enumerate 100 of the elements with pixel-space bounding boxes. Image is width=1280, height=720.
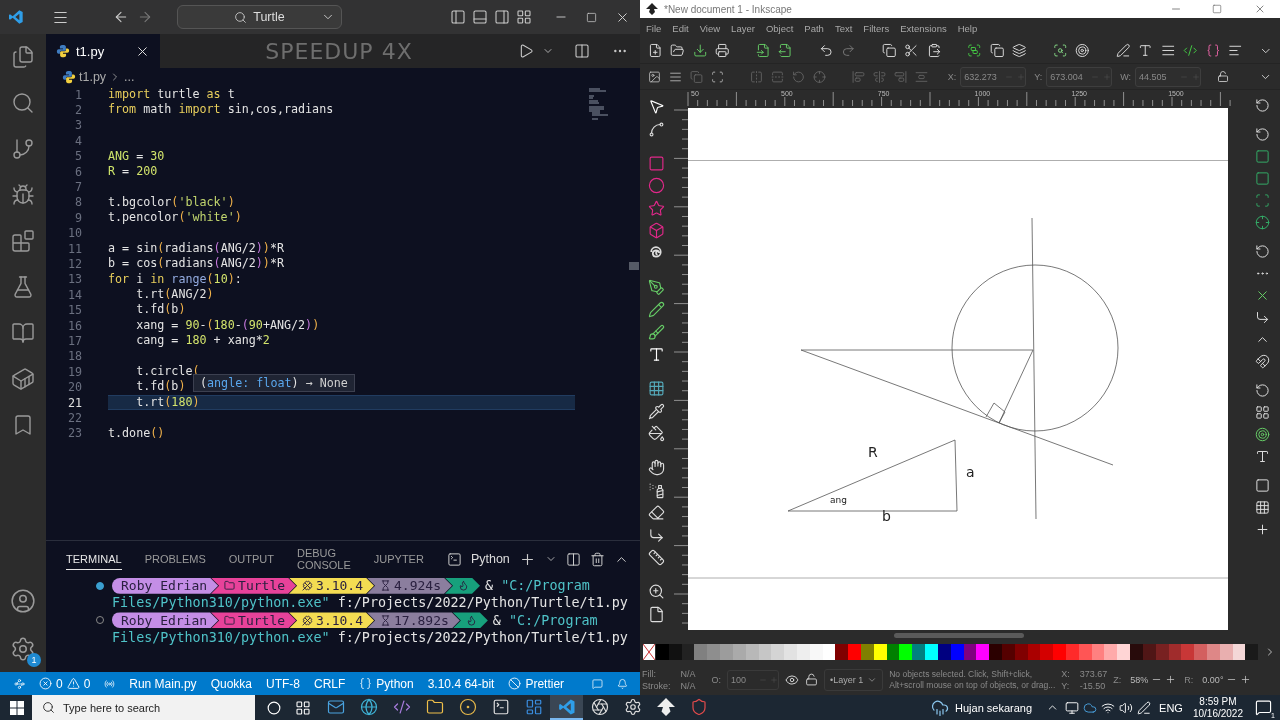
code-line: t.bgcolor('black'): [108, 194, 235, 211]
prompt-segment: 3.10.4: [289, 577, 375, 594]
fill-value: N/A: [680, 668, 696, 679]
code-line: t.rt(ANG/2): [135, 287, 214, 303]
line-number: 4: [73, 133, 82, 148]
terminal-command-text: f:/Projects/2022/Python/Turtle/t1.py: [337, 629, 628, 647]
status-item[interactable]: Prettier: [508, 676, 565, 691]
clock-date[interactable]: 10/16/2022: [1192, 707, 1243, 720]
code-line: xang = 90-(180-(90+ANG/2)): [135, 317, 320, 334]
prompt-segment: Roby Edrian: [112, 577, 219, 594]
clock-time[interactable]: 8:59 PM: [1199, 695, 1237, 708]
stroke-value: N/A: [680, 680, 696, 691]
line-number: 18: [66, 349, 82, 364]
line-number: 6: [73, 164, 82, 179]
panel-tab[interactable]: PROBLEMS: [144, 548, 206, 570]
taskbar-search-field[interactable]: Type here to search: [32, 695, 255, 720]
code-line: R = 200: [108, 163, 158, 180]
terminal-command-text: "C:/Program: [507, 611, 598, 630]
editor-tab[interactable]: t1.py: [46, 34, 160, 68]
prompt-segment: Turtle: [211, 612, 297, 629]
opacity-field[interactable]: 100: [727, 669, 780, 690]
status-item[interactable]: Run Main.py: [129, 676, 197, 691]
line-number: 16: [66, 318, 82, 333]
input-language[interactable]: ENG: [1159, 701, 1183, 714]
panel-tab[interactable]: TERMINAL: [66, 548, 122, 570]
breadcrumb-item[interactable]: ...: [124, 70, 135, 84]
line-number: 22: [66, 410, 82, 425]
status-item[interactable]: Python: [359, 676, 414, 691]
canvas-label: a: [966, 464, 975, 480]
status-item[interactable]: CRLF: [314, 676, 346, 691]
stroke-label: Stroke:: [642, 680, 671, 691]
menu-item[interactable]: View: [699, 22, 721, 34]
code-line: t.fd(b): [135, 302, 186, 318]
opacity-label: O:: [711, 674, 722, 685]
terminal-name[interactable]: Python: [470, 552, 510, 566]
prompt-segment: 4.924s: [367, 577, 452, 594]
status-item[interactable]: 3.10.4 64-bit: [427, 676, 495, 691]
coordinate-label: W:: [1120, 71, 1131, 82]
line-number: 3: [73, 118, 82, 133]
code-line: t.fd(b): [135, 379, 186, 395]
line-number: 17: [66, 333, 82, 348]
zoom-label: Z:: [1113, 674, 1122, 685]
cursor-y-label: Y:: [1061, 680, 1070, 691]
terminal-command-text: Files/Python310/python.exe": [112, 629, 330, 647]
canvas[interactable]: R a b ang: [688, 106, 1240, 630]
terminal-command-text: &: [485, 577, 494, 595]
code-line: t.pencolor('white'): [108, 210, 242, 226]
panel-tab[interactable]: DEBUG CONSOLE: [297, 542, 351, 576]
panel-tab[interactable]: JUPYTER: [373, 548, 424, 570]
command-search-field[interactable]: Turtle: [177, 5, 342, 29]
rotation-label: R:: [1184, 674, 1194, 685]
menu-item[interactable]: Path: [804, 22, 824, 34]
line-number: 23: [66, 426, 82, 441]
panel-tab[interactable]: OUTPUT: [228, 548, 274, 570]
problems-status[interactable]: 0 0: [38, 676, 91, 691]
line-number: 8: [73, 195, 82, 210]
code-line: cang = 180 + xang*2: [135, 333, 270, 349]
rotation-value[interactable]: 0.00°: [1202, 674, 1224, 685]
line-number: 11: [66, 241, 82, 256]
cursor-x-label: X:: [1061, 668, 1070, 679]
menu-item[interactable]: File: [646, 22, 662, 34]
line-number: 20: [66, 380, 82, 395]
line-number: 7: [73, 180, 82, 195]
layer-dropdown[interactable]: •Layer 1: [824, 668, 884, 691]
menu-item[interactable]: Object: [765, 22, 794, 34]
status-message: Alt+scroll mouse on top of objects, or drag...: [889, 680, 1056, 690]
menu-item[interactable]: Filters: [863, 22, 890, 34]
weather-text[interactable]: Hujan sekarang: [955, 701, 1033, 714]
menu-item[interactable]: Text: [834, 22, 853, 34]
line-number: 1: [73, 87, 82, 102]
line-number: 14: [66, 287, 82, 302]
line-number: 21: [66, 395, 82, 410]
menu-item[interactable]: Help: [957, 22, 978, 34]
line-number: 13: [66, 272, 82, 287]
code-line: a = sin(radians(ANG/2))*R: [108, 240, 284, 257]
coordinate-label: Y:: [1034, 71, 1043, 82]
code-line: ANG = 30: [108, 148, 165, 164]
zoom-value[interactable]: 58%: [1130, 674, 1149, 685]
speedup-caption: SPEEDUP 4X: [264, 38, 414, 64]
status-item[interactable]: UTF-8: [266, 676, 300, 691]
menu-item[interactable]: Extensions: [900, 22, 947, 34]
status-item[interactable]: Quokka: [210, 676, 252, 691]
code-line: for i in range(10):: [108, 271, 242, 288]
line-number: 2: [73, 103, 82, 118]
terminal-command-text: f:/Projects/2022/Python/Turtle/t1.py: [337, 594, 628, 612]
breadcrumb-item[interactable]: t1.py: [79, 70, 107, 84]
menu-item[interactable]: Edit: [672, 22, 689, 34]
coordinate-label: X:: [947, 71, 957, 82]
prompt-segment: Roby Edrian: [112, 612, 219, 629]
notification-badge: 1: [27, 653, 41, 667]
menu-item[interactable]: Layer: [731, 22, 755, 34]
code-line: b = cos(radians(ANG/2))*R: [108, 256, 284, 272]
cursor-y-value: -15.50: [1079, 680, 1107, 691]
prompt-segment: Turtle: [211, 577, 297, 594]
line-number: 15: [66, 303, 82, 318]
terminal-command-text: &: [492, 611, 501, 630]
prompt-segment: 3.10.4: [289, 612, 375, 629]
code-line: import turtle as t: [108, 87, 235, 103]
line-number: 12: [66, 257, 82, 271]
cursor-x-value: 373.67: [1079, 668, 1108, 679]
